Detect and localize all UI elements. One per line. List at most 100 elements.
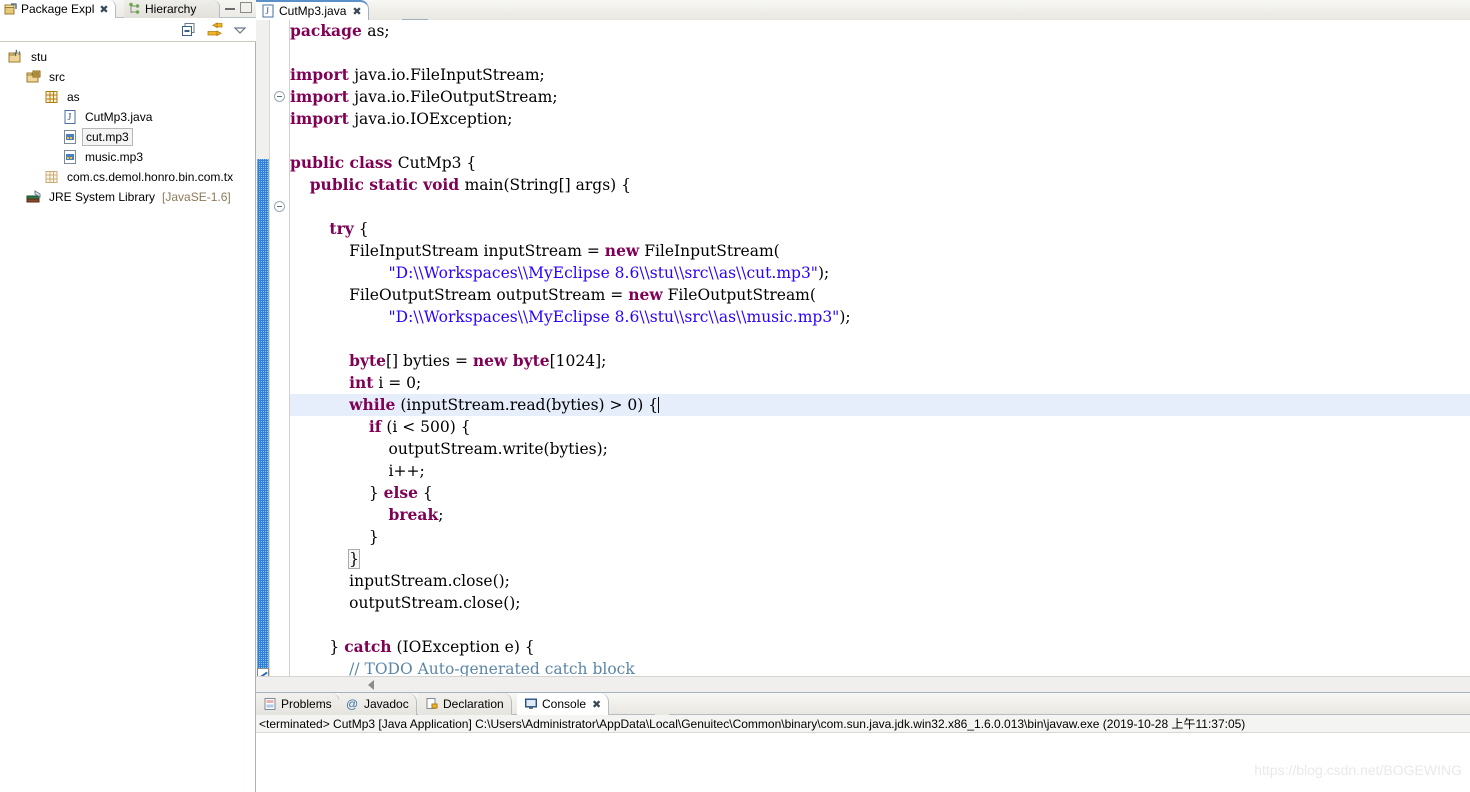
code-token: as; <box>367 22 390 40</box>
code-line[interactable] <box>290 328 1470 350</box>
tab-hierarchy[interactable]: Hierarchy <box>124 0 220 18</box>
fold-toggle-main-method[interactable] <box>274 201 285 212</box>
tree-item-jre-system-library[interactable]: JRE System Library [JavaSE-1.6] <box>0 187 255 207</box>
code-line[interactable]: "D:\\Workspaces\\MyEclipse 8.6\\stu\\src… <box>290 262 1470 284</box>
tab-cutmp3-java[interactable]: J CutMp3.java ✖ <box>256 0 369 20</box>
tab-label: Declaration <box>443 697 504 711</box>
editor-tab-trail <box>402 0 442 20</box>
problems-icon <box>263 697 277 711</box>
code-line[interactable]: } catch (IOException e) { <box>290 636 1470 658</box>
code-line[interactable]: int i = 0; <box>290 372 1470 394</box>
tab-problems[interactable]: Problems <box>256 693 340 715</box>
code-line[interactable]: while (inputStream.read(byties) > 0) { <box>290 394 1470 416</box>
close-icon[interactable]: ✖ <box>99 3 108 16</box>
tree-item-src[interactable]: src <box>0 67 255 87</box>
code-line[interactable]: byte[] byties = new byte[1024]; <box>290 350 1470 372</box>
collapse-all-icon[interactable] <box>181 22 197 38</box>
tab-label: CutMp3.java <box>279 4 347 18</box>
tree-item-music-mp3[interactable]: music.mp3 <box>0 147 255 167</box>
tree-item-cutmp3-java[interactable]: J CutMp3.java <box>0 107 255 127</box>
code-line[interactable]: i++; <box>290 460 1470 482</box>
java-file-icon: J <box>261 4 275 18</box>
tree-item-label: src <box>49 70 65 84</box>
tree-item-label: cut.mp3 <box>82 128 133 146</box>
editor-horizontal-scrollbar[interactable] <box>256 676 1470 692</box>
code-line[interactable]: import java.io.IOException; <box>290 108 1470 130</box>
keyword-token: new <box>628 285 663 304</box>
maximize-button[interactable] <box>240 2 252 13</box>
project-tree[interactable]: J stu src as J CutMp3.java cut.mp3 music… <box>0 42 255 792</box>
source-folder-icon <box>26 69 42 85</box>
code-line[interactable]: public class CutMp3 { <box>290 152 1470 174</box>
code-line[interactable]: if (i < 500) { <box>290 416 1470 438</box>
tree-item-label: as <box>67 90 80 104</box>
code-line[interactable]: public static void main(String[] args) { <box>290 174 1470 196</box>
fold-toggle-imports[interactable] <box>274 91 285 102</box>
close-icon[interactable]: ✖ <box>352 5 361 18</box>
code-line[interactable]: inputStream.close(); <box>290 570 1470 592</box>
tab-package-explorer[interactable]: Package Expl ✖ <box>0 0 116 18</box>
code-line[interactable] <box>290 42 1470 64</box>
code-lines: package as; import java.io.FileInputStrea… <box>290 20 1470 680</box>
code-token: FileInputStream inputStream = <box>290 242 605 260</box>
tree-item-stu[interactable]: J stu <box>0 47 255 67</box>
code-token: outputStream.close(); <box>290 594 521 612</box>
code-line[interactable]: FileInputStream inputStream = new FileIn… <box>290 240 1470 262</box>
java-file-icon: J <box>62 109 78 125</box>
code-line[interactable]: import java.io.FileOutputStream; <box>290 86 1470 108</box>
code-line[interactable]: "D:\\Workspaces\\MyEclipse 8.6\\stu\\src… <box>290 306 1470 328</box>
code-line[interactable]: outputStream.write(byties); <box>290 438 1470 460</box>
tree-item-as[interactable]: as <box>0 87 255 107</box>
view-window-buttons <box>225 2 252 13</box>
hierarchy-icon <box>128 2 142 16</box>
code-line[interactable]: } <box>290 548 1470 570</box>
keyword-token: catch <box>344 637 392 656</box>
code-line[interactable] <box>290 196 1470 218</box>
code-token: { <box>417 484 433 502</box>
code-line[interactable]: break; <box>290 504 1470 526</box>
link-with-editor-icon[interactable] <box>206 21 224 38</box>
code-token: ; <box>438 506 444 524</box>
ruler-range-indicator <box>257 159 269 675</box>
code-token: [1024]; <box>549 352 607 370</box>
tab-declaration[interactable]: Declaration <box>418 693 512 715</box>
console-view: Problems @ Javadoc Declaration Console ✖… <box>256 692 1470 792</box>
close-icon[interactable]: ✖ <box>592 698 601 711</box>
code-line[interactable] <box>290 614 1470 636</box>
svg-text:J: J <box>18 51 21 57</box>
tab-console[interactable]: Console ✖ <box>517 693 610 715</box>
folding-column[interactable] <box>271 20 289 692</box>
tree-item-com-cs-demol[interactable]: com.cs.demol.honro.bin.com.tx <box>0 167 255 187</box>
bottom-tabbar: Problems @ Javadoc Declaration Console ✖ <box>256 693 1470 715</box>
matching-brace: } <box>348 549 360 569</box>
code-line[interactable]: FileOutputStream outputStream = new File… <box>290 284 1470 306</box>
code-line[interactable]: } else { <box>290 482 1470 504</box>
code-line[interactable]: } <box>290 526 1470 548</box>
code-area[interactable]: package as; import java.io.FileInputStrea… <box>290 20 1470 692</box>
file-icon <box>62 129 78 145</box>
code-line[interactable]: package as; <box>290 20 1470 42</box>
code-line[interactable]: try { <box>290 218 1470 240</box>
tree-item-cut-mp3[interactable]: cut.mp3 <box>0 127 255 147</box>
keyword-token: try <box>329 219 354 238</box>
minimize-button[interactable] <box>225 2 235 10</box>
tab-javadoc[interactable]: @ Javadoc <box>339 693 417 715</box>
console-status-line: <terminated> CutMp3 [Java Application] C… <box>256 715 1470 733</box>
code-token: } <box>290 528 379 546</box>
overview-ruler[interactable] <box>256 20 270 692</box>
tree-item-suffix: [JavaSE-1.6] <box>162 190 231 204</box>
keyword-token: int <box>349 373 374 392</box>
text-caret <box>658 397 660 413</box>
console-output[interactable]: https://blog.csdn.net/BOGEWING <box>256 733 1470 792</box>
code-line[interactable] <box>290 130 1470 152</box>
tab-label: Problems <box>281 697 332 711</box>
code-line[interactable]: outputStream.close(); <box>290 592 1470 614</box>
code-line[interactable]: import java.io.FileInputStream; <box>290 64 1470 86</box>
view-menu-icon[interactable] <box>233 23 247 37</box>
code-token: CutMp3 { <box>397 154 477 172</box>
scroll-left-icon[interactable] <box>368 680 374 690</box>
